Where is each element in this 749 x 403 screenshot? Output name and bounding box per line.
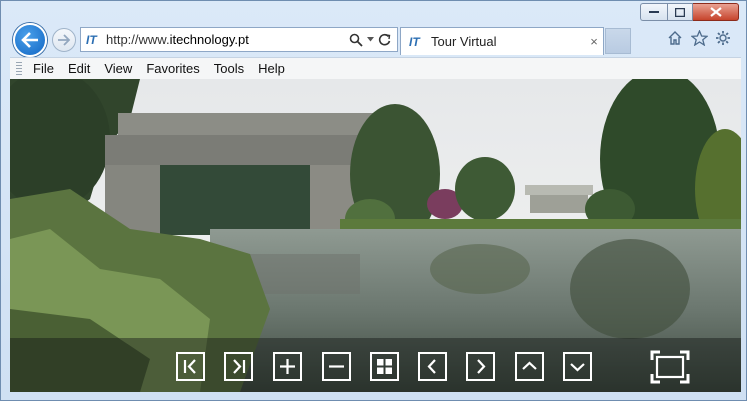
menu-tools[interactable]: Tools bbox=[207, 61, 251, 76]
back-button[interactable] bbox=[13, 23, 47, 57]
menu-view[interactable]: View bbox=[97, 61, 139, 76]
toolbar-icons bbox=[666, 29, 732, 47]
menu-favorites[interactable]: Favorites bbox=[139, 61, 206, 76]
maximize-button[interactable] bbox=[667, 3, 693, 21]
zoom-in-icon bbox=[280, 359, 295, 374]
menu-grip bbox=[16, 61, 22, 76]
previous-icon bbox=[427, 359, 436, 374]
maximize-icon bbox=[675, 7, 685, 17]
down-button[interactable] bbox=[563, 352, 592, 381]
tab-favicon: IT bbox=[409, 34, 420, 49]
down-icon bbox=[570, 363, 585, 372]
menu-file[interactable]: File bbox=[26, 61, 61, 76]
favorites-button[interactable] bbox=[690, 29, 708, 47]
minimize-icon bbox=[649, 11, 659, 13]
close-button[interactable] bbox=[693, 3, 739, 21]
home-button[interactable] bbox=[666, 29, 684, 47]
address-bar[interactable]: IT http://www.itechnology.pt bbox=[80, 27, 398, 52]
address-tools bbox=[349, 33, 391, 47]
last-button[interactable] bbox=[224, 352, 253, 381]
back-arrow-icon bbox=[21, 32, 38, 48]
star-icon bbox=[690, 30, 708, 46]
tour-controls bbox=[10, 338, 741, 392]
window-controls bbox=[640, 3, 739, 21]
minimize-button[interactable] bbox=[640, 3, 667, 21]
first-button[interactable] bbox=[176, 352, 205, 381]
thumbnails-icon bbox=[377, 359, 392, 374]
zoom-out-button[interactable] bbox=[322, 352, 351, 381]
previous-button[interactable] bbox=[418, 352, 447, 381]
fullscreen-button[interactable] bbox=[650, 350, 690, 384]
site-favicon: IT bbox=[86, 32, 97, 47]
browser-window: IT http://www.itechnology.pt IT Tour Vir… bbox=[0, 0, 747, 401]
new-tab-button[interactable] bbox=[605, 28, 631, 54]
address-url[interactable]: http://www.itechnology.pt bbox=[106, 32, 349, 47]
up-icon bbox=[522, 361, 537, 370]
menu-edit[interactable]: Edit bbox=[61, 61, 97, 76]
dropdown-icon[interactable] bbox=[367, 37, 374, 42]
menu-help[interactable]: Help bbox=[251, 61, 292, 76]
first-icon bbox=[183, 359, 196, 374]
gear-icon bbox=[716, 31, 730, 45]
url-domain: itechnology.pt bbox=[169, 32, 249, 47]
zoom-in-button[interactable] bbox=[273, 352, 302, 381]
tab-title: Tour Virtual bbox=[431, 34, 497, 49]
forward-button[interactable] bbox=[52, 28, 76, 52]
next-icon bbox=[477, 359, 486, 374]
tab-tour-virtual[interactable]: IT Tour Virtual × bbox=[400, 27, 604, 55]
url-prefix: http://www. bbox=[106, 32, 170, 47]
close-icon bbox=[709, 7, 722, 17]
next-button[interactable] bbox=[466, 352, 495, 381]
fullscreen-icon bbox=[650, 350, 690, 384]
up-button[interactable] bbox=[515, 352, 544, 381]
last-icon bbox=[233, 359, 246, 374]
panorama-viewer[interactable] bbox=[10, 79, 741, 392]
settings-button[interactable] bbox=[714, 29, 732, 47]
tab-close-button[interactable]: × bbox=[585, 34, 603, 49]
forward-arrow-icon bbox=[58, 34, 71, 46]
zoom-out-icon bbox=[329, 365, 344, 368]
refresh-icon[interactable] bbox=[378, 33, 391, 46]
menu-bar: File Edit View Favorites Tools Help bbox=[10, 57, 741, 79]
home-icon bbox=[668, 31, 682, 45]
thumbnails-button[interactable] bbox=[370, 352, 399, 381]
search-icon[interactable] bbox=[349, 33, 363, 47]
